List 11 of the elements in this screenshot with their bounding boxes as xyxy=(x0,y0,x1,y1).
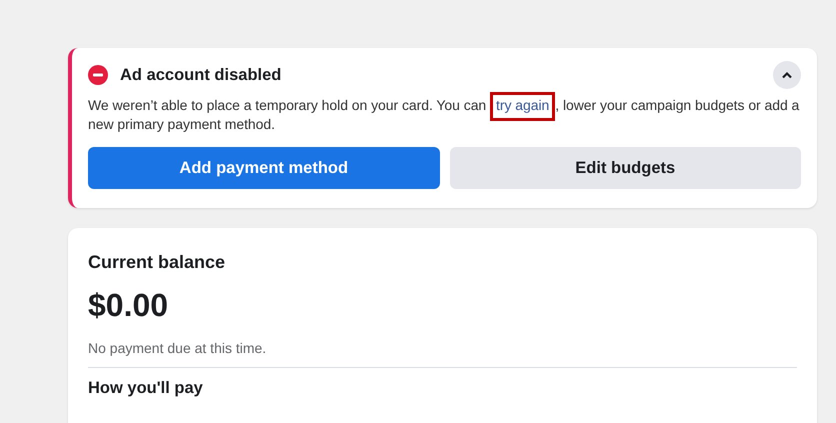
alert-title: Ad account disabled xyxy=(120,66,282,84)
balance-amount: $0.00 xyxy=(88,287,170,324)
payment-note: No payment due at this time. xyxy=(88,340,797,368)
caret-icon xyxy=(781,71,793,79)
balance-title: Current balance xyxy=(88,252,226,273)
add-payment-button[interactable]: Add payment method xyxy=(88,147,440,189)
try-again-link[interactable]: try again xyxy=(490,92,556,121)
blocked-icon xyxy=(88,65,108,85)
section-title: How you'll pay xyxy=(88,379,204,398)
edit-budgets-button[interactable]: Edit budgets xyxy=(450,147,801,189)
collapse-button[interactable] xyxy=(773,61,801,89)
